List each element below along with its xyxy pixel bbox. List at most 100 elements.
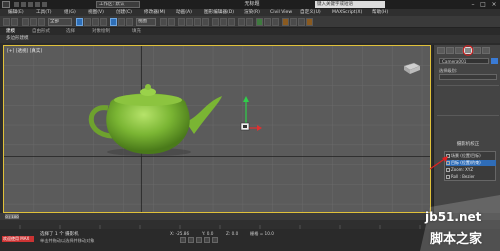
render-button[interactable] (306, 18, 313, 26)
window-crossing-button[interactable] (100, 18, 107, 26)
teapot-object[interactable] (82, 78, 232, 158)
menu-maxscript[interactable]: MAXScript(X) (332, 9, 362, 16)
selection-filter-select[interactable]: 全部 (48, 18, 72, 26)
watermark-name: 脚本之家 (430, 232, 483, 247)
tab-freeform[interactable]: 自由形式 (32, 28, 50, 35)
select-rotate-button[interactable] (118, 18, 125, 26)
ribbon-panel: 多边形建模 (0, 35, 500, 43)
list-item[interactable]: 目标 (位置/约束) (446, 160, 496, 166)
polygon-modeling-label[interactable]: 多边形建模 (6, 35, 29, 43)
watermark-domain: jb51.net (425, 210, 482, 224)
workspace-select[interactable]: 工作区: 默认 (96, 1, 140, 8)
object-name-field[interactable]: Camera001 (439, 58, 489, 64)
previous-frame-icon[interactable] (188, 237, 194, 243)
spinner-snap-button[interactable] (202, 18, 209, 26)
new-file-icon[interactable] (14, 2, 19, 7)
menu-civil-view[interactable]: Civil View (270, 9, 292, 16)
percent-snap-button[interactable] (194, 18, 201, 26)
reference-coord-select[interactable]: 视图 (136, 18, 156, 26)
material-editor-button[interactable] (282, 18, 289, 26)
x-coordinate[interactable]: X: -25.86 (170, 231, 189, 236)
menu-bar: 编辑(E) 工具(T) 组(G) 视图(V) 创建(C) 修改器(M) 动画(A… (0, 9, 500, 16)
unlink-icon[interactable] (30, 18, 37, 26)
rendered-frame-button[interactable] (298, 18, 305, 26)
named-selection-button[interactable] (212, 18, 219, 26)
scene-explorer-button[interactable] (238, 18, 245, 26)
pivot-center-button[interactable] (160, 18, 167, 26)
menu-tools[interactable]: 工具(T) (36, 9, 52, 16)
select-move-button[interactable] (110, 18, 117, 26)
highlight-circle-icon (462, 45, 474, 56)
bind-space-warp-icon[interactable] (38, 18, 45, 26)
save-file-icon[interactable] (28, 2, 33, 7)
status-selection-text: 选择了 1 个 摄影机 (40, 232, 79, 237)
select-object-button[interactable] (76, 18, 83, 26)
ribbon-tabs: 建模 自由形式 选择 对象绘制 填充 (0, 28, 500, 35)
schematic-view-button[interactable] (272, 18, 279, 26)
z-coordinate[interactable]: Z: 0.0 (226, 231, 238, 236)
maximize-icon[interactable]: □ (478, 1, 488, 8)
rollout-heading[interactable]: 摄影机校正 (439, 141, 497, 147)
redo-button[interactable] (11, 18, 18, 26)
move-gizmo-icon[interactable] (232, 94, 262, 140)
go-to-end-icon[interactable] (212, 237, 218, 243)
menu-customize[interactable]: 自定义(U) (300, 9, 321, 16)
modify-tab-icon[interactable] (446, 47, 454, 54)
mirror-button[interactable] (220, 18, 227, 26)
red-arrow-icon (429, 156, 448, 170)
utilities-tab-icon[interactable] (482, 47, 490, 54)
app-logo-icon[interactable] (2, 1, 10, 8)
redo-icon[interactable] (42, 2, 47, 7)
manipulate-button[interactable] (168, 18, 175, 26)
ribbon-toggle-button[interactable] (256, 18, 263, 26)
close-icon[interactable]: × (489, 1, 499, 8)
selection-level-select[interactable] (439, 74, 497, 80)
undo-icon[interactable] (35, 2, 40, 7)
tab-populate[interactable]: 填充 (132, 28, 141, 35)
angle-snap-button[interactable] (186, 18, 193, 26)
time-slider-handle[interactable]: 0 / 100 (5, 214, 19, 219)
y-coordinate[interactable]: Y: 0.0 (202, 231, 213, 236)
divider (437, 85, 499, 86)
display-tab-icon[interactable] (473, 47, 481, 54)
undo-button[interactable] (3, 18, 10, 26)
object-color-swatch[interactable] (491, 58, 498, 64)
list-item[interactable]: Zoom: XYZ (446, 167, 496, 173)
tab-selection[interactable]: 选择 (66, 28, 75, 35)
menu-modifiers[interactable]: 修改器(M) (144, 9, 165, 16)
align-button[interactable] (228, 18, 235, 26)
open-file-icon[interactable] (21, 2, 26, 7)
perspective-viewport[interactable]: [+] [透视] [真实] (3, 45, 431, 213)
search-input[interactable]: 键入关键字或短语 (315, 1, 385, 8)
layer-explorer-button[interactable] (246, 18, 253, 26)
create-tab-icon[interactable] (437, 47, 445, 54)
menu-create[interactable]: 创建(C) (116, 9, 132, 16)
menu-rendering[interactable]: 渲染(R) (244, 9, 260, 16)
select-scale-button[interactable] (126, 18, 133, 26)
maxscript-listener[interactable]: 欢迎使用 MAX (2, 236, 34, 242)
link-icon[interactable] (22, 18, 29, 26)
curve-editor-button[interactable] (264, 18, 271, 26)
play-icon[interactable] (196, 237, 202, 243)
menu-group[interactable]: 组(G) (64, 9, 76, 16)
controller-list: 场景 (位置/目标) 目标 (位置/约束) Zoom: XYZ Roll : B… (444, 151, 496, 181)
viewcube-icon[interactable] (400, 60, 422, 76)
region-select-button[interactable] (92, 18, 99, 26)
menu-help[interactable]: 帮助(H) (372, 9, 388, 16)
divider (437, 115, 499, 116)
select-by-name-button[interactable] (84, 18, 91, 26)
menu-graph-editors[interactable]: 图形编辑器(D) (204, 9, 234, 16)
list-item[interactable]: 场景 (位置/目标) (446, 153, 496, 159)
menu-animation[interactable]: 动画(A) (176, 9, 192, 16)
minimize-icon[interactable]: – (468, 1, 478, 8)
list-item[interactable]: Roll : Bezier (446, 174, 496, 180)
menu-views[interactable]: 视图(V) (88, 9, 104, 16)
menu-edit[interactable]: 编辑(E) (8, 9, 24, 16)
tab-modeling[interactable]: 建模 (6, 28, 15, 35)
viewport-label[interactable]: [+] [透视] [真实] (7, 48, 42, 54)
next-frame-icon[interactable] (204, 237, 210, 243)
render-setup-button[interactable] (290, 18, 297, 26)
go-to-start-icon[interactable] (180, 237, 186, 243)
snaps-toggle-button[interactable] (178, 18, 185, 26)
tab-object-paint[interactable]: 对象绘制 (92, 28, 110, 35)
